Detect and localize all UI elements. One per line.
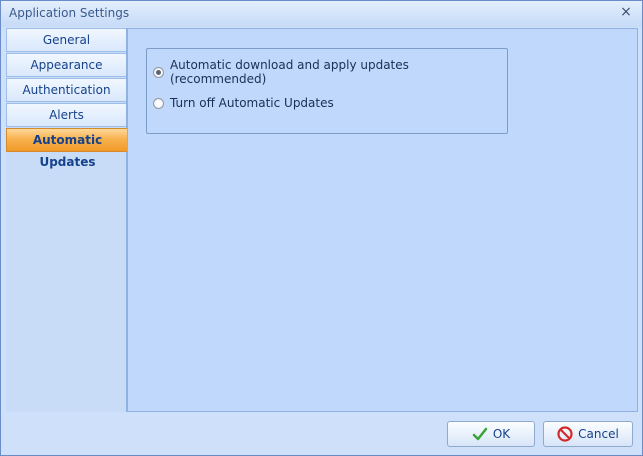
- tab-automatic-updates[interactable]: Automatic Updates: [6, 128, 128, 169]
- settings-window: Application Settings × General Appearanc…: [0, 0, 643, 456]
- tab-appearance[interactable]: Appearance: [6, 53, 126, 77]
- auto-update-label: Automatic download and apply updates (re…: [169, 58, 409, 86]
- turn-off-updates-option[interactable]: Turn off Automatic Updates: [153, 94, 334, 112]
- turn-off-updates-label: Turn off Automatic Updates: [170, 96, 334, 110]
- close-icon[interactable]: ×: [618, 4, 634, 20]
- ok-button[interactable]: OK: [447, 421, 535, 447]
- tab-general[interactable]: General: [6, 28, 126, 52]
- auto-update-radio[interactable]: [153, 66, 164, 78]
- cancel-label: Cancel: [578, 427, 619, 441]
- updates-option-group: Automatic download and apply updates (re…: [146, 48, 508, 134]
- tab-authentication[interactable]: Authentication: [6, 78, 126, 102]
- cancel-button[interactable]: Cancel: [543, 421, 633, 447]
- turn-off-updates-radio[interactable]: [153, 97, 164, 109]
- tab-alerts[interactable]: Alerts: [6, 103, 126, 127]
- auto-update-option[interactable]: Automatic download and apply updates (re…: [153, 58, 507, 86]
- no-entry-icon: [557, 426, 573, 442]
- checkmark-icon: [472, 426, 488, 442]
- settings-sidebar: General Appearance Authentication Alerts…: [6, 28, 128, 412]
- updates-panel: Automatic download and apply updates (re…: [127, 28, 638, 412]
- title-bar[interactable]: Application Settings ×: [1, 1, 642, 27]
- ok-label: OK: [492, 427, 511, 441]
- window-title: Application Settings: [9, 6, 130, 20]
